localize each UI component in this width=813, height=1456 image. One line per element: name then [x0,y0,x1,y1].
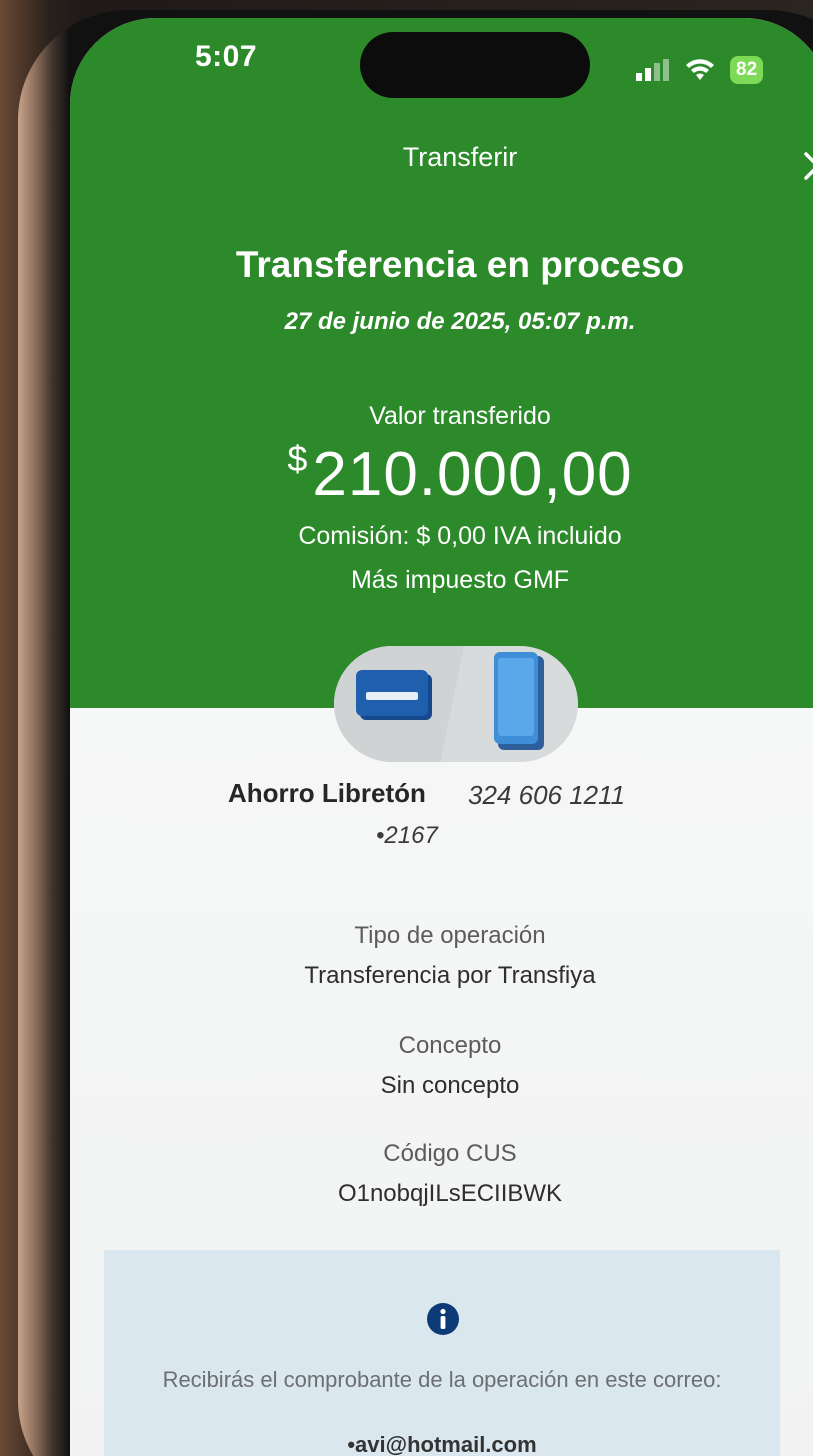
receipt-message: Recibirás el comprobante de la operación… [162,1367,722,1392]
commission-text: Comisión: $ 0,00 IVA incluido [298,522,622,550]
dynamic-island [360,32,590,98]
status-time: 5:07 [195,40,258,73]
amount-label: Valor transferido [369,402,551,430]
receipt-email: •avi@hotmail.com [347,1432,537,1456]
page-title: Transferir [402,142,518,172]
photo-scene: 5:07 82 Transferir Transferencia en proc… [0,0,813,1456]
currency-symbol: $ [287,438,309,479]
info-box [104,1250,780,1456]
operation-type-value: Transferencia por Transfiya [304,962,596,989]
phone-icon [494,652,544,750]
transfer-amount: $210.000,00 [70,438,813,510]
cus-code-label: Código CUS [383,1140,517,1167]
wifi-icon [686,59,714,80]
close-icon[interactable] [800,148,813,188]
info-icon [427,1303,459,1335]
card-icon [356,670,432,720]
cus-code-value: O1nobqjILsECIIBWK [337,1180,563,1207]
phone-screen: 5:07 82 Transferir Transferencia en proc… [70,18,813,1456]
source-account-digits: •2167 [376,822,438,849]
concept-value: Sin concepto [380,1072,520,1099]
tax-note: Más impuesto GMF [350,566,570,594]
transfer-status-title: Transferencia en proceso [235,244,685,285]
concept-label: Concepto [398,1032,502,1059]
header-background [70,18,813,718]
destination-phone: 324 606 1211 [468,780,626,810]
signal-icon [636,59,669,81]
transfer-date: 27 de junio de 2025, 05:07 p.m. [284,308,636,335]
source-account-name: Ahorro Libretón [228,778,426,808]
status-icons: 82 [636,56,764,84]
operation-type-label: Tipo de operación [354,922,546,949]
battery-indicator: 82 [730,56,764,84]
amount-value: 210.000,00 [312,440,633,509]
